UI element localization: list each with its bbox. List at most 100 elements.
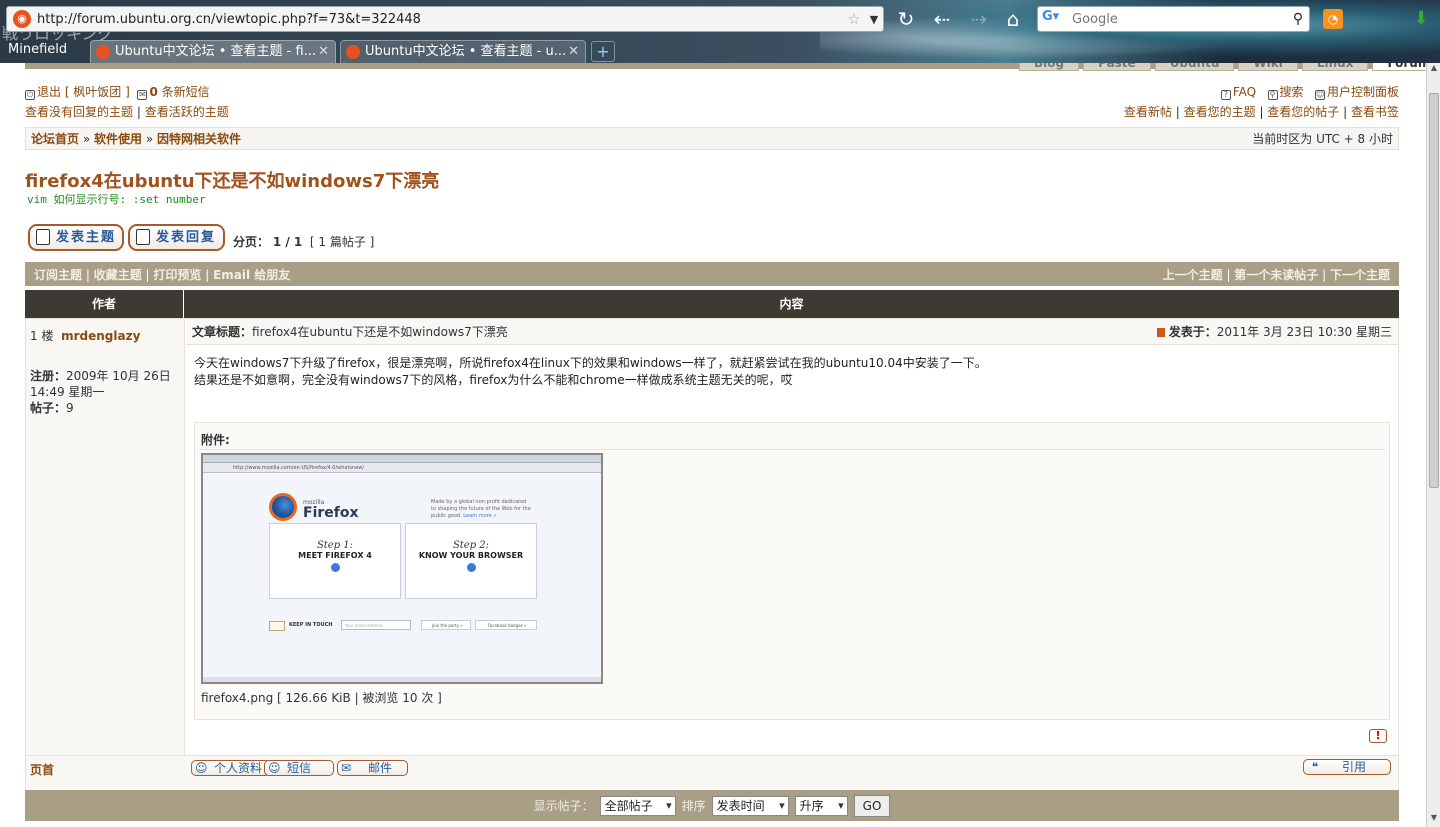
attachment-label: 附件:: [201, 433, 230, 447]
home-icon[interactable]: ⌂: [1000, 6, 1026, 32]
search-input[interactable]: [1072, 11, 1287, 27]
thumb-step2-arrow-icon: [466, 563, 476, 572]
address-bar[interactable]: ◉ http://forum.ubuntu.org.cn/viewtopic.p…: [6, 6, 884, 32]
subscribe-link[interactable]: 订阅主题: [34, 268, 82, 282]
reply-icon: [136, 229, 150, 245]
breadcrumb-category[interactable]: 软件使用: [94, 132, 142, 146]
back-icon[interactable]: ⇠: [929, 6, 955, 32]
your-posts-link[interactable]: 查看您的帖子: [1267, 105, 1339, 119]
back-to-top-link[interactable]: 页首: [30, 761, 54, 778]
page-content: Blog Paste Ubuntu Wiki Linux Forum ⏻退出 […: [0, 63, 1426, 827]
reply-button[interactable]: 发表回复: [128, 224, 225, 251]
quote-button[interactable]: ❝ 引用: [1303, 759, 1391, 775]
email-button[interactable]: ✉ 邮件: [337, 760, 408, 776]
site-tab-linux[interactable]: Linux: [1301, 63, 1369, 71]
sort-label: 排序: [681, 799, 706, 813]
scroll-down-icon[interactable]: ▼: [1427, 813, 1440, 827]
tab-favicon-icon: [346, 45, 360, 59]
search-icon[interactable]: ⚲: [1287, 11, 1309, 27]
report-icon[interactable]: !: [1369, 729, 1387, 743]
app-menu-button[interactable]: Minefield: [0, 39, 86, 61]
pm-link[interactable]: 条新短信: [162, 85, 210, 99]
scroll-up-icon[interactable]: ▲: [1427, 63, 1440, 77]
userbar-top: ⏻ 退出 [ 枫叶饭团 ] ✉ 0 条新短信 ? FAQ ⚲ 搜索 ☺ 用户控制面板: [25, 83, 1399, 100]
author-post-count: 9: [66, 401, 74, 415]
thumb-email-field: Your email address: [341, 620, 411, 630]
pm-label: 短信: [287, 761, 312, 775]
site-tab-blog[interactable]: Blog: [1019, 63, 1080, 71]
email-friend-link[interactable]: Email 给朋友: [213, 268, 290, 282]
logout-icon: ⏻: [25, 90, 35, 100]
firefox-logo-icon: [269, 493, 297, 521]
scroll-thumb[interactable]: [1429, 93, 1439, 488]
page-title[interactable]: firefox4在ubuntu下还是不如windows7下漂亮: [25, 167, 439, 193]
logout-link[interactable]: 退出 [ 枫叶饭团 ]: [37, 85, 130, 99]
print-link[interactable]: 打印预览: [153, 268, 201, 282]
first-unread-link[interactable]: 第一个未读帖子: [1234, 268, 1318, 282]
tab-close-icon[interactable]: ✕: [318, 41, 329, 62]
post: 1 楼 mrdenglazy 注册：2009年 10月 26日 14:49 星期…: [25, 318, 1399, 788]
address-input[interactable]: http://forum.ubuntu.org.cn/viewtopic.php…: [37, 12, 843, 27]
post-link-icon[interactable]: [1156, 328, 1165, 337]
pm-count[interactable]: 0: [149, 85, 157, 99]
page-scrollbar[interactable]: ▲ ▼: [1426, 63, 1440, 827]
tab-close-icon[interactable]: ✕: [568, 41, 579, 62]
thumb-step1-label: MEET FIREFOX 4: [298, 551, 372, 560]
pm-button[interactable]: ☺ 短信: [264, 760, 334, 776]
attachment-image[interactable]: http://www.mozilla.com/en-US/firefox/4.0…: [201, 453, 603, 684]
show-select[interactable]: 全部帖子: [599, 795, 676, 816]
unanswered-link[interactable]: 查看没有回复的主题: [25, 105, 133, 119]
tab-forum-firefox4[interactable]: Ubuntu中文论坛 • 查看主题 - fi... ✕: [90, 40, 336, 63]
url-dropdown-icon[interactable]: ▼: [865, 13, 883, 26]
tab-label: Ubuntu中文论坛 • 查看主题 - u...: [365, 44, 567, 59]
go-button[interactable]: GO: [853, 794, 891, 817]
search-bar[interactable]: G▾ ⚲: [1037, 6, 1310, 32]
joined-label: 注册：: [30, 369, 67, 383]
post-body: 今天在windows7下升级了firefox，很是漂亮啊，所说firefox4在…: [194, 355, 987, 389]
display-filter-bar: 显示帖子： 全部帖子 排序 发表时间 升序 GO: [25, 790, 1399, 821]
breadcrumb-home[interactable]: 论坛首页: [31, 132, 79, 146]
ucp-link[interactable]: 用户控制面板: [1327, 85, 1399, 99]
author-name[interactable]: mrdenglazy: [61, 329, 140, 343]
thumb-step2-card: Step 2: KNOW YOUR BROWSER: [405, 523, 537, 599]
post-subject: firefox4在ubuntu下还是不如windows7下漂亮: [252, 325, 508, 339]
new-posts-link[interactable]: 查看新帖: [1124, 105, 1172, 119]
thumb-step1-card: Step 1: MEET FIREFOX 4: [269, 523, 401, 599]
attachment-caption[interactable]: firefox4.png [ 126.66 KiB | 被浏览 10 次 ]: [201, 689, 442, 706]
prev-topic-link[interactable]: 上一个主题: [1163, 268, 1223, 282]
new-topic-button[interactable]: 发表主题: [28, 224, 124, 251]
site-tab-ubuntu[interactable]: Ubuntu: [1154, 63, 1235, 71]
site-tab-forum[interactable]: Forum: [1372, 63, 1426, 71]
download-icon[interactable]: ⬇: [1410, 8, 1432, 30]
bookmarks-link[interactable]: 查看书签: [1351, 105, 1399, 119]
search-link[interactable]: 搜索: [1280, 85, 1304, 99]
profile-button[interactable]: ☺ 个人资料: [191, 760, 272, 776]
ucp-icon: ☺: [1314, 90, 1325, 100]
faq-link[interactable]: FAQ: [1233, 85, 1256, 99]
reload-icon[interactable]: ↻: [893, 6, 919, 32]
tab-forum-other[interactable]: Ubuntu中文论坛 • 查看主题 - u... ✕: [340, 40, 586, 63]
posts-header-row: 作者 内容: [25, 290, 1399, 318]
rss-feed-icon[interactable]: ◔: [1323, 9, 1343, 29]
thumb-party-link: Join the party »: [421, 620, 471, 630]
bookmark-star-icon[interactable]: ☆: [843, 10, 865, 28]
next-topic-link[interactable]: 下一个主题: [1330, 268, 1390, 282]
forward-icon[interactable]: ⇢: [966, 6, 992, 32]
search-engine-icon[interactable]: G▾: [1042, 9, 1072, 29]
bookmark-topic-link[interactable]: 收藏主题: [94, 268, 142, 282]
your-topics-link[interactable]: 查看您的主题: [1184, 105, 1256, 119]
order-select[interactable]: 升序: [794, 795, 848, 816]
active-topics-link[interactable]: 查看活跃的主题: [145, 105, 229, 119]
attachment-divider: [199, 449, 1385, 450]
reply-label: 发表回复: [156, 230, 217, 245]
topic-action-bar: 订阅主题 | 收藏主题 | 打印预览 | Email 给朋友 上一个主题 | 第…: [25, 262, 1399, 286]
thumb-learn-more: Learn more »: [463, 513, 497, 519]
breadcrumb-forum[interactable]: 因特网相关软件: [157, 132, 241, 146]
sort-select[interactable]: 发表时间: [711, 795, 789, 816]
site-favicon-icon: ◉: [13, 10, 31, 28]
search-small-icon: ⚲: [1267, 90, 1278, 100]
site-tab-paste[interactable]: Paste: [1083, 63, 1151, 71]
site-tab-wiki[interactable]: Wiki: [1238, 63, 1298, 71]
new-tab-icon[interactable]: +: [591, 41, 615, 62]
thumb-tagline: Made by a global non-profit dedicated to…: [431, 499, 531, 520]
